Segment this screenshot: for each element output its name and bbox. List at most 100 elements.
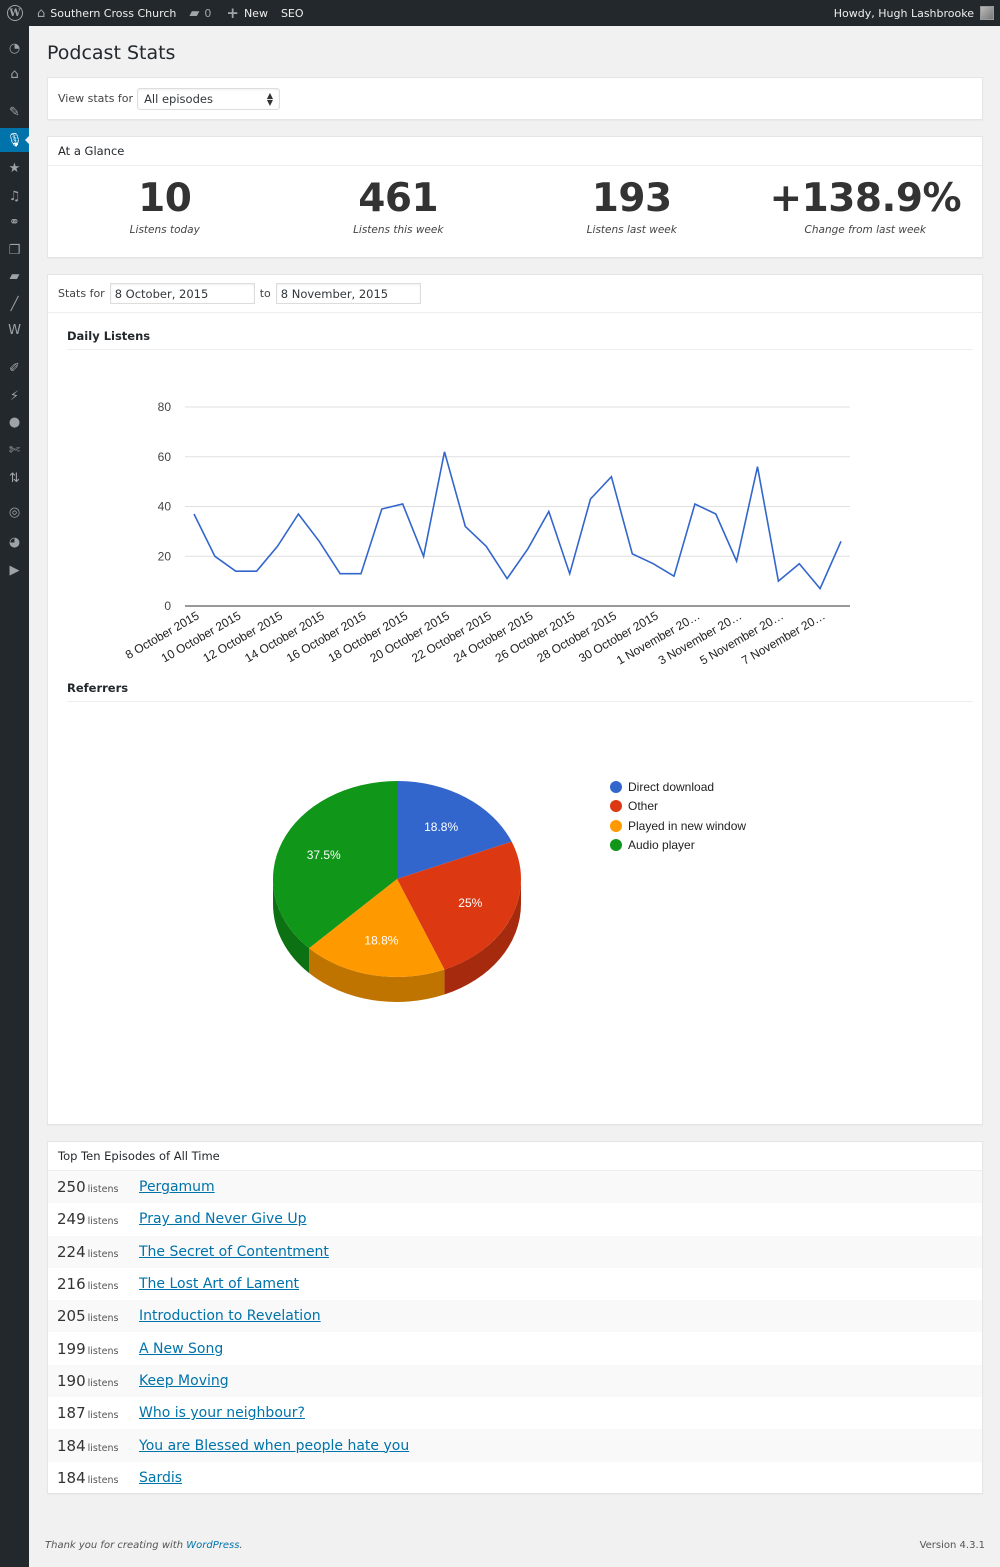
stat-caption: Listens today [129, 224, 200, 236]
sidebar-item-tools[interactable]: ✄ [0, 438, 29, 462]
sidebar-item-posts[interactable]: ✎ [0, 100, 29, 124]
sidebar-item-stats[interactable]: ◕ [0, 530, 29, 554]
stat-listens-last-week: 193 Listens last week [515, 166, 749, 256]
listens-unit: listens [87, 1184, 119, 1196]
episode-link[interactable]: Pergamum [139, 1179, 215, 1195]
episode-row: 184 listens Sardis [48, 1462, 982, 1494]
new-content-link[interactable]: + New [216, 0, 273, 26]
episode-link[interactable]: Keep Moving [139, 1373, 229, 1389]
referrers-legend: Direct download Other Played in new window… [610, 777, 746, 855]
episode-link[interactable]: You are Blessed when people hate you [139, 1438, 409, 1454]
top-ten-box: Top Ten Episodes of All Time 250 listens P… [47, 1141, 983, 1494]
episode-link[interactable]: The Lost Art of Lament [139, 1276, 299, 1292]
sidebar-item-woocommerce[interactable]: W [0, 318, 29, 342]
episode-row: 199 listens A New Song [48, 1332, 982, 1364]
support-icon: ◎ [8, 504, 21, 520]
sidebar-item-appearance[interactable]: ✐ [0, 356, 29, 380]
listen-count-value: 190 [57, 1371, 86, 1390]
top-ten-list: 250 listens Pergamum 249 listens Pray and Nev… [48, 1171, 982, 1494]
listen-count: 184 listens [57, 1437, 139, 1455]
pie-slice-label: 18.8% [424, 820, 458, 834]
version-text: Version 4.3.1 [919, 1540, 985, 1551]
legend-swatch-icon [610, 839, 622, 852]
media-player-icon: ▶ [9, 562, 20, 578]
listen-count-value: 187 [57, 1404, 86, 1423]
sidebar-item-appearance-brush[interactable]: ╱ [0, 292, 29, 316]
appearance-brush-icon: ╱ [10, 296, 19, 312]
comments-link[interactable]: ▰ 0 [181, 0, 216, 26]
sidebar-item-dashboard[interactable]: ◔ [0, 36, 29, 60]
comment-icon: ▰ [189, 5, 200, 21]
sidebar-item-podcast[interactable]: 🎙 [0, 128, 30, 152]
stat-value: 10 [138, 176, 192, 221]
listen-count: 250 listens [57, 1178, 139, 1196]
y-tick-label: 80 [158, 400, 172, 414]
stat-listens-this-week: 461 Listens this week [282, 166, 516, 256]
episode-link[interactable]: The Secret of Contentment [139, 1244, 329, 1260]
legend-label: Audio player [628, 838, 695, 853]
referrers-pie-chart: 18.8% 25% 18.8% 37.5% [272, 781, 521, 1002]
new-label: New [243, 6, 268, 20]
legend-item: Audio player [610, 836, 746, 856]
episode-link[interactable]: Sardis [139, 1470, 182, 1486]
listen-count-value: 249 [57, 1210, 86, 1229]
episode-filter-box: View stats for All episodes ▲ ▼ [47, 77, 983, 120]
stat-caption: Listens last week [586, 224, 677, 236]
site-name: Southern Cross Church [50, 6, 177, 20]
legend-label: Direct download [628, 779, 715, 794]
listen-count-value: 205 [57, 1307, 86, 1326]
wordpress-logo-icon: W [7, 5, 23, 21]
episode-link[interactable]: Introduction to Revelation [139, 1308, 321, 1324]
stats-icon: ◕ [8, 534, 21, 550]
episode-link[interactable]: A New Song [139, 1341, 223, 1357]
settings-icon: ⇅ [9, 470, 20, 486]
wordpress-link[interactable]: WordPress [186, 1540, 239, 1551]
sidebar-item-settings[interactable]: ⇅ [0, 466, 29, 490]
plus-icon: + [226, 4, 239, 22]
sidebar-item-favorites[interactable]: ★ [0, 156, 29, 180]
listens-unit: listens [87, 1345, 119, 1357]
sidebar-item-support[interactable]: ◎ [0, 500, 29, 524]
sidebar-item-media-player[interactable]: ▶ [0, 558, 29, 582]
legend-swatch-icon [610, 780, 622, 793]
episode-select[interactable]: All episodes ▲ ▼ [137, 87, 281, 110]
stat-caption: Change from last week [804, 224, 926, 236]
divider [67, 349, 973, 350]
sidebar-item-pages[interactable]: ❐ [0, 238, 29, 262]
episode-link[interactable]: Who is your neighbour? [139, 1405, 305, 1421]
date-to-input[interactable]: 8 November, 2015 [275, 283, 421, 304]
episode-row: 224 listens The Secret of Contentment [48, 1235, 982, 1268]
my-account-link[interactable]: Howdy, Hugh Lashbrooke [829, 0, 1000, 26]
admin-bar: W ⌂ Southern Cross Church ▰ 0 + New SEO … [0, 0, 1000, 26]
top-ten-title: Top Ten Episodes of All Time [48, 1142, 982, 1171]
episode-row: 187 listens Who is your neighbour? [48, 1397, 982, 1429]
sidebar-item-users[interactable]: ● [0, 410, 29, 434]
wordpress-menu[interactable]: W [0, 0, 32, 26]
sidebar-item-church[interactable]: ⌂ [0, 62, 29, 86]
seo-link[interactable]: SEO [273, 0, 309, 26]
appearance-icon: ✐ [9, 360, 20, 376]
episode-select-value: All episodes [144, 91, 213, 106]
woocommerce-icon: W [8, 322, 21, 338]
listens-unit: listens [87, 1216, 119, 1228]
comments-count: 0 [204, 6, 212, 20]
listen-count-value: 224 [57, 1242, 86, 1261]
daily-listens-title: Daily Listens [67, 329, 151, 343]
date-from-input[interactable]: 8 October, 2015 [109, 283, 255, 304]
date-range-bar: Stats for 8 October, 2015 to 8 November,… [48, 275, 982, 313]
pie-slice-label: 37.5% [307, 848, 341, 862]
sidebar-item-links[interactable]: ⚭ [0, 210, 29, 234]
select-arrows-icon: ▲ ▼ [266, 90, 274, 107]
listen-count: 224 listens [57, 1243, 139, 1261]
home-icon: ⌂ [37, 5, 46, 21]
episode-link[interactable]: Pray and Never Give Up [139, 1211, 306, 1227]
listen-count: 216 listens [57, 1275, 139, 1293]
legend-item: Direct download [610, 777, 746, 797]
dashboard-icon: ◔ [8, 40, 21, 56]
sidebar-item-plugins[interactable]: ⚡ [0, 384, 29, 408]
sidebar-item-comments[interactable]: ▰ [0, 264, 29, 288]
sidebar-item-media[interactable]: ♫ [0, 184, 29, 208]
site-name-link[interactable]: ⌂ Southern Cross Church [32, 0, 181, 26]
episode-row: 205 listens Introduction to Revelation [48, 1300, 982, 1333]
listen-count-value: 184 [57, 1468, 86, 1487]
